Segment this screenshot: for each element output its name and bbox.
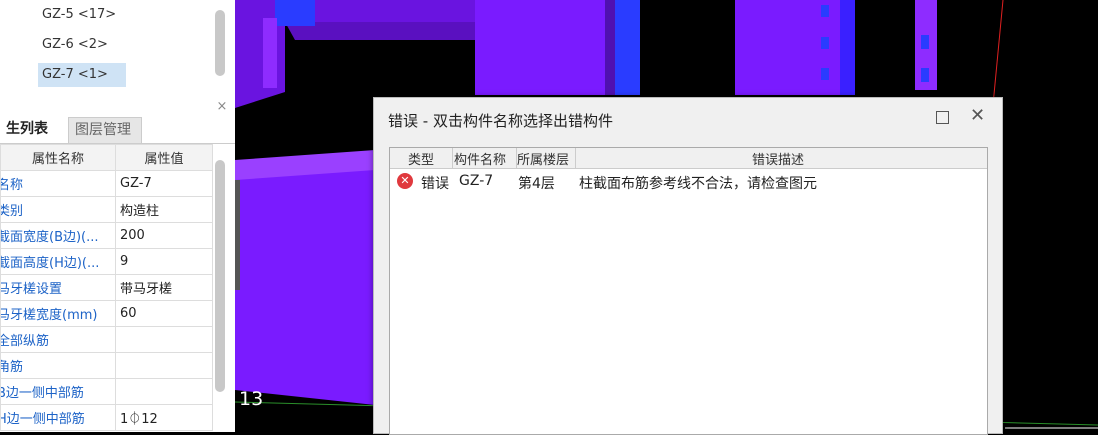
property-name: 角筋 (0, 352, 116, 379)
error-dialog: 错误 - 双击构件名称选择出错构件 ✕ 类型 构件名称 所属楼层 错误描述 ✕ … (373, 97, 1003, 435)
property-value[interactable]: 带马牙槎 (115, 274, 213, 301)
column-shape (475, 0, 625, 95)
properties-scrollbar[interactable] (215, 160, 225, 392)
table-row[interactable]: 截面高度(H边)(... 9 (0, 248, 213, 275)
rebar-tooth (821, 68, 829, 80)
property-name: 截面高度(H边)(... (0, 248, 116, 275)
table-row[interactable]: B边一侧中部筋 (0, 378, 213, 405)
table-row[interactable]: 类别构造柱 (0, 196, 213, 223)
table-row[interactable]: 角筋 (0, 352, 213, 379)
view-number: 13 (239, 388, 264, 410)
property-name: 马牙槎设置 (0, 274, 116, 301)
dialog-title: 错误 - 双击构件名称选择出错构件 (388, 112, 613, 130)
rebar-tooth (821, 5, 829, 17)
error-description: 柱截面布筋参考线不合法，请检查图元 (579, 176, 817, 192)
error-icon: ✕ (397, 173, 413, 189)
panel-close-icon[interactable]: × (215, 100, 229, 114)
header-property-value: 属性值 (115, 144, 213, 171)
rebar-tooth (821, 37, 829, 49)
close-icon[interactable]: ✕ (970, 106, 985, 126)
column-floor[interactable]: 所属楼层 (517, 149, 569, 168)
rebar-tooth (921, 68, 929, 82)
properties-table: 属性名称 属性值 名称GZ-7 类别构造柱 截面宽度(B边)(...200 截面… (0, 144, 213, 431)
property-value[interactable] (115, 378, 213, 405)
column-side (840, 0, 855, 95)
property-name: 截面宽度(B边)(... (0, 222, 116, 249)
property-name: 类别 (0, 196, 116, 223)
tree-item-gz5[interactable]: GZ-5 <17> (38, 3, 120, 27)
table-row[interactable]: 马牙槎设置 带马牙槎 (0, 274, 213, 301)
tab-properties[interactable]: 生列表 (0, 117, 75, 142)
splitter-handle[interactable] (235, 180, 240, 290)
table-row[interactable]: 马牙槎宽度(mm) 60 (0, 300, 213, 327)
error-floor: 第4层 (518, 176, 555, 192)
column-side (615, 0, 640, 95)
property-value[interactable] (115, 326, 213, 353)
table-row[interactable]: H边一侧中部筋 1⏀12 (0, 404, 213, 431)
tree-item-gz7[interactable]: GZ-7 <1> (38, 63, 126, 87)
property-value[interactable]: 200 (115, 222, 213, 249)
property-value[interactable]: 1⏀12 (115, 404, 213, 431)
rebar-block (275, 0, 315, 26)
column-shape (735, 0, 855, 95)
beam-shape (285, 22, 495, 40)
property-name: B边一侧中部筋 (0, 378, 116, 405)
property-value[interactable]: 60 (115, 300, 213, 327)
property-value[interactable]: GZ-7 (115, 170, 213, 197)
property-name: 名称 (0, 170, 116, 197)
rebar-tooth (921, 35, 929, 49)
column-desc[interactable]: 错误描述 (752, 149, 804, 168)
left-panel: GZ-5 <17> GZ-6 <2> GZ-7 <1> × 生列表 图层管理 属… (0, 0, 235, 432)
column-type[interactable]: 类型 (408, 149, 434, 168)
tree-item-gz6[interactable]: GZ-6 <2> (38, 33, 112, 57)
table-row[interactable]: 全部纵筋 (0, 326, 213, 353)
error-list: 类型 构件名称 所属楼层 错误描述 ✕ 错误 GZ-7 第4层 柱截面布筋参考线… (389, 147, 988, 435)
column-face (263, 18, 277, 88)
header-property-name: 属性名称 (0, 144, 116, 171)
tree-scrollbar[interactable] (215, 10, 225, 76)
component-tree: GZ-5 <17> GZ-6 <2> GZ-7 <1> (0, 0, 235, 95)
tab-layers[interactable]: 图层管理 (68, 117, 142, 143)
property-value[interactable]: 9 (115, 248, 213, 275)
property-name: 马牙槎宽度(mm) (0, 300, 116, 327)
table-row[interactable]: 名称GZ-7 (0, 170, 213, 197)
column-name[interactable]: 构件名称 (454, 149, 506, 168)
error-type: 错误 (421, 176, 449, 192)
error-list-header: 类型 构件名称 所属楼层 错误描述 (390, 148, 987, 169)
maximize-icon[interactable] (936, 111, 949, 124)
panel-tabs: 生列表 图层管理 (0, 117, 235, 144)
error-row[interactable]: ✕ 错误 GZ-7 第4层 柱截面布筋参考线不合法，请检查图元 (390, 170, 987, 192)
property-value[interactable] (115, 352, 213, 379)
property-name: H边一侧中部筋 (0, 404, 116, 431)
property-value[interactable]: 构造柱 (115, 196, 213, 223)
error-component-name[interactable]: GZ-7 (459, 173, 493, 189)
table-row[interactable]: 截面宽度(B边)(... 200 (0, 222, 213, 249)
beam-shape (235, 165, 375, 405)
property-name: 全部纵筋 (0, 326, 116, 353)
